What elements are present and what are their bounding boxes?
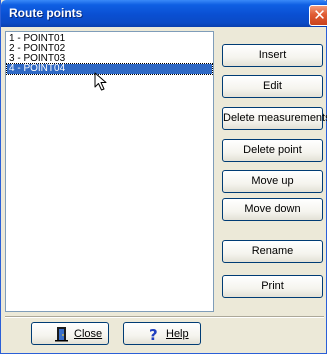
help-label-text: Help <box>166 328 189 340</box>
mouse-pointer-icon <box>94 72 107 91</box>
close-window-button[interactable]: ✕ <box>309 5 327 26</box>
close-icon: ✕ <box>313 6 326 24</box>
list-item-selected[interactable]: 4 - POINT04 <box>6 63 213 75</box>
door-exit-icon <box>55 327 68 342</box>
svg-text:?: ? <box>149 326 158 342</box>
help-question-icon: ? <box>149 326 158 342</box>
help-button[interactable]: ? Help <box>123 322 201 345</box>
close-button[interactable]: Close <box>31 322 109 345</box>
help-button-label: Help <box>166 328 189 340</box>
move-down-button[interactable]: Move down <box>222 198 323 221</box>
insert-button[interactable]: Insert <box>222 44 323 67</box>
print-button[interactable]: Print <box>222 275 323 298</box>
footer-divider <box>5 316 324 318</box>
rename-button[interactable]: Rename <box>222 240 323 263</box>
title-bar[interactable]: Route points ✕ <box>1 0 327 27</box>
move-up-button[interactable]: Move up <box>222 170 323 193</box>
delete-point-button[interactable]: Delete point <box>222 139 323 162</box>
close-label-text: Close <box>74 328 103 340</box>
route-points-list[interactable]: 1 - POINT01 2 - POINT02 3 - POINT03 4 - … <box>5 31 214 312</box>
close-button-label: Close <box>74 328 102 340</box>
window-title: Route points <box>9 6 83 20</box>
delete-measurements-button[interactable]: Delete measurements <box>222 107 327 130</box>
edit-button[interactable]: Edit <box>222 75 323 98</box>
route-points-window: Route points ✕ 1 - POINT01 2 - POINT02 3… <box>0 0 327 354</box>
